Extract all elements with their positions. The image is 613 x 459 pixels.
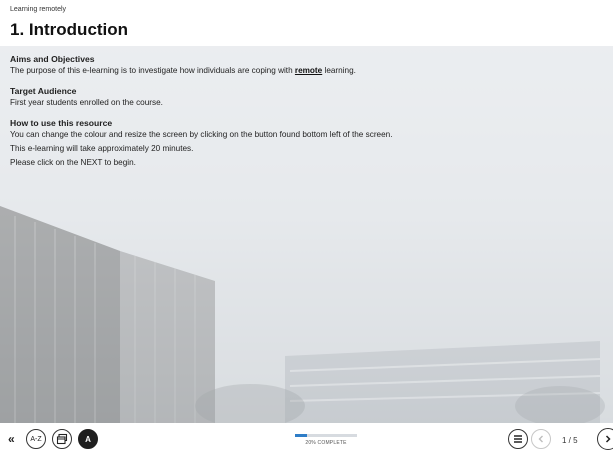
progress-track [295, 434, 357, 437]
text-segment: learning. [322, 66, 356, 75]
section-text: You can change the colour and resize the… [10, 130, 393, 139]
progress-indicator: 20% COMPLETE [295, 434, 357, 446]
section-target-audience: Target Audience First year students enro… [10, 86, 600, 108]
progress-label: 20% COMPLETE [305, 440, 347, 446]
accessibility-button[interactable]: A [78, 429, 98, 449]
menu-button[interactable] [508, 429, 528, 449]
section-aims: Aims and Objectives The purpose of this … [10, 54, 600, 76]
section-how-to-use: How to use this resource You can change … [10, 118, 600, 168]
chevron-left-icon [538, 435, 543, 443]
text-segment: The purpose of this e-learning is to inv… [10, 66, 295, 75]
glossary-label: A-Z [30, 435, 42, 443]
hamburger-menu-icon [514, 435, 522, 443]
section-text: This e-learning will take approximately … [10, 144, 194, 153]
collapse-menu-button[interactable]: « [8, 432, 15, 446]
section-text: First year students enrolled on the cour… [10, 98, 163, 107]
course-title: Learning remotely [10, 6, 67, 13]
previous-button[interactable] [531, 429, 551, 449]
section-text: The purpose of this e-learning is to inv… [10, 65, 600, 76]
remote-glossary-link[interactable]: remote [295, 66, 322, 75]
content-area: Aims and Objectives The purpose of this … [0, 46, 613, 423]
section-heading: Aims and Objectives [10, 54, 95, 64]
page-counter: 1 / 5 [562, 436, 578, 445]
navigation-footer: « A-Z A 20% COMPLETE 1 / 5 [0, 423, 613, 459]
section-heading: How to use this resource [10, 118, 113, 128]
next-button[interactable] [597, 428, 613, 450]
progress-fill [295, 434, 308, 437]
accessibility-label: A [85, 434, 91, 444]
introduction-text: Aims and Objectives The purpose of this … [10, 54, 600, 178]
page-title: 1. Introduction [10, 20, 129, 39]
glossary-button[interactable]: A-Z [26, 429, 46, 449]
chevron-right-icon [605, 435, 611, 443]
section-text: Please click on the NEXT to begin. [10, 158, 136, 167]
resources-button[interactable] [52, 429, 72, 449]
section-heading: Target Audience [10, 86, 77, 96]
page-header: Learning remotely 1. Introduction [0, 0, 613, 46]
window-stack-icon [56, 433, 68, 445]
